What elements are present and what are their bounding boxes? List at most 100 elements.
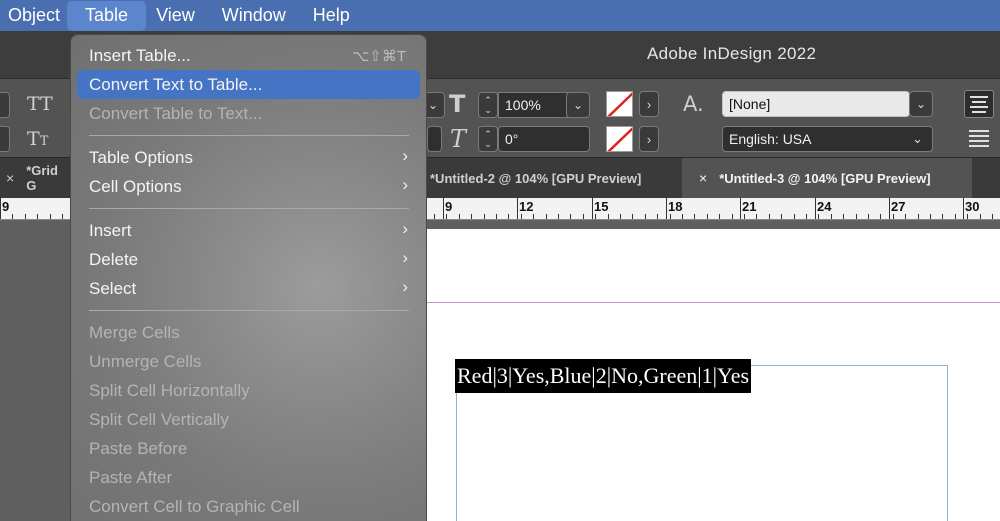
stroke-menu-button[interactable]: › bbox=[639, 126, 659, 152]
angle-stepper[interactable]: ⌃ ⌄ bbox=[478, 126, 498, 152]
menu-bar: Object Table View Window Help bbox=[0, 0, 1000, 31]
left-edge-dropdown[interactable]: › bbox=[0, 92, 10, 118]
menu-item-label: Table Options bbox=[89, 147, 193, 167]
menu-item-insert[interactable]: Insert › bbox=[77, 216, 420, 245]
ruler-tick bbox=[508, 214, 509, 219]
tab-grid[interactable]: × *Grid G bbox=[0, 158, 70, 198]
ruler-tick bbox=[732, 214, 733, 219]
menu-item-convert-cell-to-graphic: Convert Cell to Graphic Cell bbox=[77, 492, 420, 521]
menu-item-label: Split Cell Horizontally bbox=[89, 380, 250, 400]
ruler-tick bbox=[856, 214, 857, 219]
stroke-none-swatch[interactable] bbox=[606, 126, 633, 152]
ruler-tick bbox=[670, 214, 671, 219]
tab-label: *Untitled-3 @ 104% [GPU Preview] bbox=[719, 170, 931, 186]
menu-item-label: Unmerge Cells bbox=[89, 351, 202, 371]
ruler-tick bbox=[12, 214, 13, 219]
ruler-tick bbox=[893, 214, 894, 219]
character-style-dropdown[interactable]: ⌄ bbox=[909, 91, 933, 117]
menu-separator bbox=[89, 310, 409, 311]
ruler-label: 12 bbox=[519, 199, 534, 214]
chevron-right-icon: › bbox=[402, 248, 408, 267]
tab-untitled-2[interactable]: *Untitled-2 @ 104% [GPU Preview] bbox=[427, 158, 681, 198]
ruler-tick bbox=[930, 214, 931, 219]
menu-item-label: Cell Options bbox=[89, 176, 182, 196]
ruler-tick bbox=[446, 214, 447, 219]
menu-separator bbox=[89, 135, 409, 136]
ruler-major-tick bbox=[889, 198, 890, 219]
align-left-icon[interactable] bbox=[964, 90, 994, 118]
menu-object[interactable]: Object bbox=[0, 0, 69, 31]
ruler-tick bbox=[967, 214, 968, 219]
ruler-tick bbox=[434, 214, 435, 219]
menu-item-label: Merge Cells bbox=[89, 322, 180, 342]
ruler-tick bbox=[794, 214, 795, 219]
menu-item-convert-table-to-text: Convert Table to Text... bbox=[77, 99, 420, 128]
ruler-tick bbox=[62, 214, 63, 219]
close-icon[interactable]: × bbox=[699, 170, 707, 186]
fill-menu-button[interactable]: › bbox=[639, 91, 659, 117]
skew-angle-field[interactable]: 0° bbox=[498, 126, 590, 152]
align-justify-icon[interactable] bbox=[964, 124, 994, 152]
ruler-tick bbox=[595, 214, 596, 219]
ruler-tick bbox=[756, 214, 757, 219]
ruler-tick bbox=[781, 214, 782, 219]
ruler-tick bbox=[806, 214, 807, 219]
menu-item-delete[interactable]: Delete › bbox=[77, 245, 420, 274]
horizontal-scale-field[interactable]: 100% bbox=[498, 92, 568, 118]
table-menu: Insert Table... ⌥⇧⌘T Convert Text to Tab… bbox=[70, 34, 427, 521]
character-style-field[interactable]: [None] bbox=[722, 91, 910, 117]
shortcut-label: ⌥⇧⌘T bbox=[351, 47, 406, 65]
menu-view[interactable]: View bbox=[146, 0, 204, 31]
all-caps-icon[interactable]: TT bbox=[27, 93, 53, 115]
ruler-tick bbox=[620, 214, 621, 219]
menu-item-label: Insert bbox=[89, 220, 132, 240]
menu-item-table-options[interactable]: Table Options › bbox=[77, 143, 420, 172]
ruler-tick bbox=[533, 214, 534, 219]
menu-help[interactable]: Help bbox=[295, 0, 359, 31]
ruler-label: 30 bbox=[965, 199, 980, 214]
ruler-major-tick bbox=[815, 198, 816, 219]
chevron-right-icon: › bbox=[402, 175, 408, 194]
ruler-tick bbox=[682, 214, 683, 219]
menu-item-paste-after: Paste After bbox=[77, 463, 420, 492]
ruler-tick bbox=[831, 214, 832, 219]
ruler-tick bbox=[645, 214, 646, 219]
ruler-tick bbox=[25, 214, 26, 219]
menu-item-insert-table[interactable]: Insert Table... ⌥⇧⌘T bbox=[77, 41, 420, 70]
ruler-major-tick bbox=[963, 198, 964, 219]
scale-stepper[interactable]: ⌃ ⌄ bbox=[478, 92, 498, 118]
menu-item-label: Select bbox=[89, 278, 137, 298]
menu-item-select[interactable]: Select › bbox=[77, 274, 420, 303]
margin-guide bbox=[427, 302, 1000, 303]
ruler-tick bbox=[37, 214, 38, 219]
tab-untitled-3[interactable]: × *Untitled-3 @ 104% [GPU Preview] bbox=[682, 158, 972, 198]
scale-dropdown[interactable]: ⌄ bbox=[566, 92, 590, 118]
ruler-tick bbox=[868, 214, 869, 219]
ruler-tick bbox=[632, 214, 633, 219]
ruler-tick bbox=[459, 214, 460, 219]
chevron-right-icon: › bbox=[402, 277, 408, 296]
ruler-label: 9 bbox=[2, 199, 10, 214]
small-caps-icon[interactable]: TT bbox=[27, 128, 48, 150]
menu-item-label: Paste Before bbox=[89, 438, 188, 458]
ruler-tick bbox=[980, 214, 981, 219]
menu-window[interactable]: Window bbox=[204, 0, 295, 31]
ruler-major-tick bbox=[592, 198, 593, 219]
app-title: Adobe InDesign 2022 bbox=[647, 44, 817, 63]
menu-table[interactable]: Table bbox=[67, 0, 147, 31]
left-edge-dropdown-2[interactable]: › bbox=[0, 126, 10, 152]
language-select[interactable]: English: USA bbox=[722, 126, 933, 152]
selected-text[interactable]: Red|3|Yes,Blue|2|No,Green|1|Yes bbox=[455, 359, 752, 393]
menu-item-label: Convert Text to Table... bbox=[89, 74, 263, 94]
ruler-tick bbox=[657, 214, 658, 219]
menu-item-cell-options[interactable]: Cell Options › bbox=[77, 172, 420, 201]
close-icon[interactable]: × bbox=[6, 170, 14, 186]
menu-separator bbox=[89, 208, 409, 209]
ruler-major-tick bbox=[0, 198, 1, 219]
tab-label: *Grid G bbox=[26, 163, 58, 193]
ruler-tick bbox=[471, 214, 472, 219]
menu-item-convert-text-to-table[interactable]: Convert Text to Table... bbox=[77, 70, 420, 99]
partial-field[interactable] bbox=[427, 126, 442, 152]
fill-none-swatch[interactable] bbox=[606, 91, 633, 117]
ruler-tick bbox=[719, 214, 720, 219]
